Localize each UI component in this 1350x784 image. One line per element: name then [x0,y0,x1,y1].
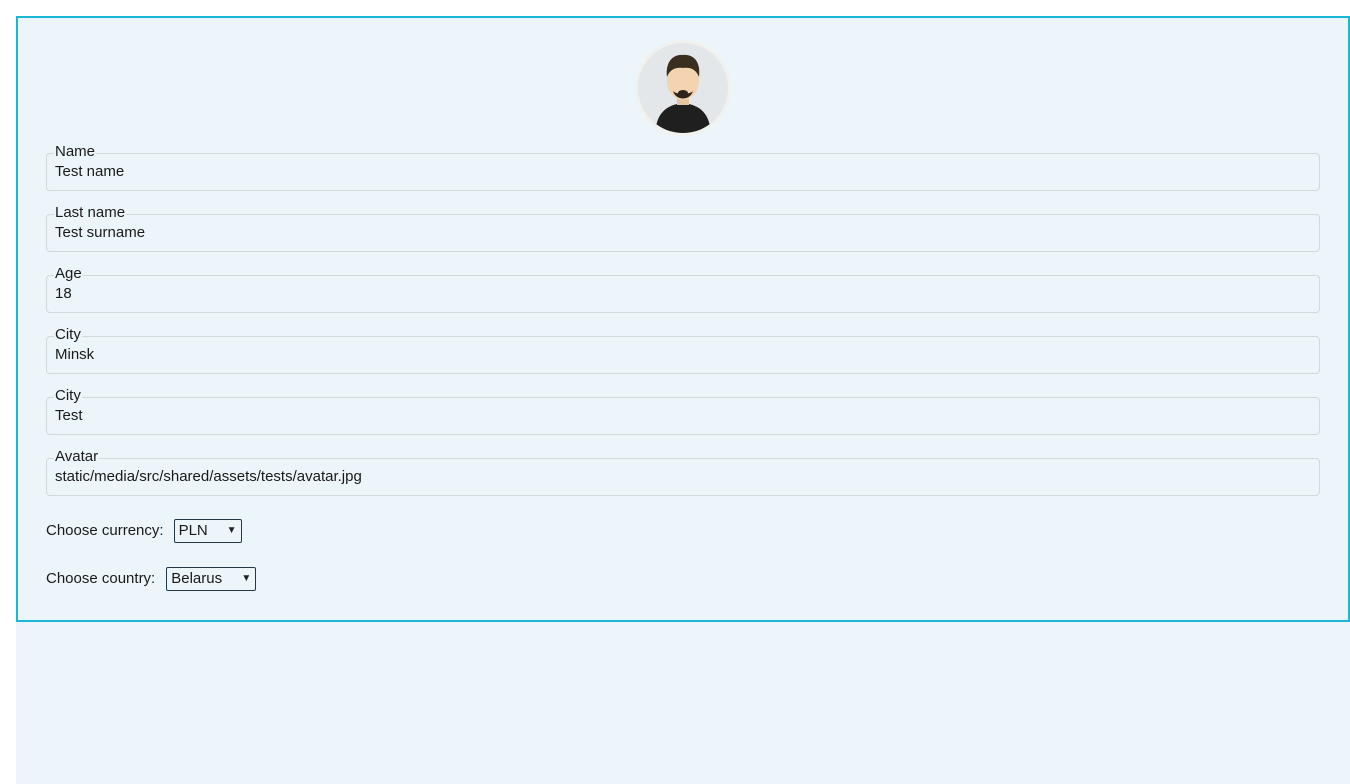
age-input[interactable] [55,285,1315,303]
city-label: City [54,326,82,343]
last-name-input[interactable] [55,224,1315,242]
name-label: Name [54,143,97,160]
chevron-down-icon: ▼ [226,525,237,536]
profile-card: Name Last name Age City City Avatar Choo… [16,16,1350,622]
currency-row: Choose currency: PLN ▼ [46,519,242,543]
country-select[interactable]: Belarus ▼ [166,567,257,591]
city-2-label: City [54,387,82,404]
chevron-down-icon: ▼ [241,573,252,584]
country-selected-value: Belarus [171,570,223,587]
name-input[interactable] [55,163,1315,181]
avatar-label: Avatar [54,448,100,465]
user-avatar-icon [638,43,728,133]
avatar-input[interactable] [55,468,1315,486]
currency-select[interactable]: PLN ▼ [173,519,242,543]
country-row: Choose country: Belarus ▼ [46,567,257,591]
country-label: Choose country: [46,570,156,587]
city-input[interactable] [55,346,1315,364]
city-2-input[interactable] [55,407,1315,425]
currency-selected-value: PLN [178,522,208,539]
last-name-label: Last name [54,204,127,221]
currency-label: Choose currency: [46,522,164,539]
age-label: Age [54,265,83,282]
